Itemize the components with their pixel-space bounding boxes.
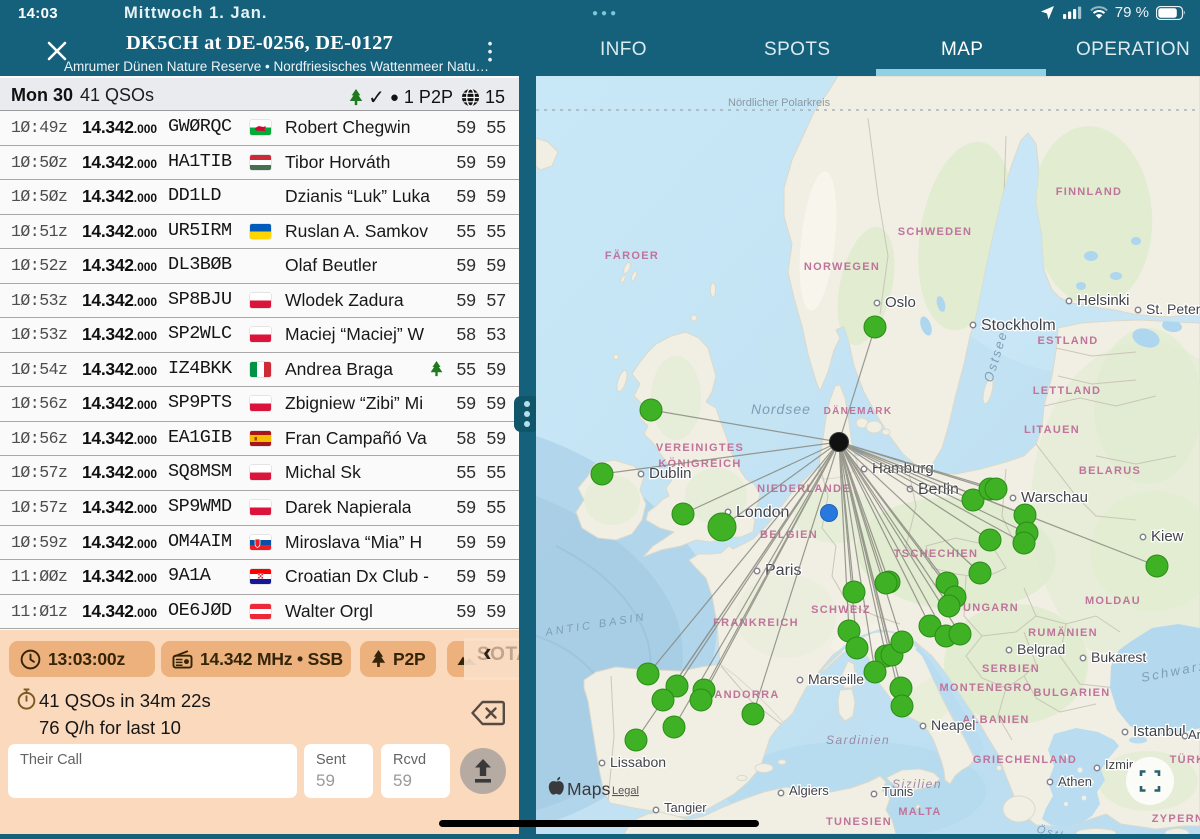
svg-text:Maps: Maps (567, 779, 611, 799)
svg-text:Neapel: Neapel (931, 717, 975, 733)
svg-text:SCHWEDEN: SCHWEDEN (898, 226, 973, 238)
svg-text:Stockholm: Stockholm (981, 317, 1056, 334)
svg-text:NORWEGEN: NORWEGEN (804, 261, 880, 273)
svg-text:Kiew: Kiew (1151, 528, 1184, 545)
svg-text:Ank: Ank (1188, 727, 1200, 742)
svg-text:RUMÄNIEN: RUMÄNIEN (1028, 626, 1098, 639)
svg-text:ZYPERN: ZYPERN (1152, 813, 1200, 825)
svg-text:Oslo: Oslo (885, 294, 916, 311)
svg-text:UNGARN: UNGARN (963, 602, 1019, 614)
svg-text:TÜRKEI: TÜRKEI (1170, 753, 1200, 766)
svg-text:Sardinien: Sardinien (826, 733, 890, 747)
svg-text:BULGARIEN: BULGARIEN (1033, 687, 1110, 699)
svg-text:Nördlicher Polarkreis: Nördlicher Polarkreis (728, 97, 831, 109)
svg-text:BELARUS: BELARUS (1079, 465, 1141, 477)
svg-text:Lissabon: Lissabon (610, 754, 666, 770)
svg-text:Bukarest: Bukarest (1091, 649, 1146, 665)
svg-text:FRANKREICH: FRANKREICH (713, 617, 799, 629)
svg-text:SERBIEN: SERBIEN (982, 663, 1040, 675)
svg-text:SCHWEIZ: SCHWEIZ (811, 604, 871, 616)
svg-text:Algiers: Algiers (789, 783, 829, 798)
svg-text:Tangier: Tangier (664, 800, 707, 815)
svg-text:Warschau: Warschau (1021, 489, 1088, 506)
svg-text:Athen: Athen (1058, 774, 1092, 789)
svg-text:VEREINIGTES: VEREINIGTES (656, 442, 744, 454)
svg-text:LITAUEN: LITAUEN (1024, 424, 1080, 436)
svg-text:DÄNEMARK: DÄNEMARK (824, 404, 893, 417)
svg-text:Legal: Legal (612, 785, 639, 797)
svg-text:MONTENEGRO: MONTENEGRO (939, 682, 1032, 694)
svg-text:Helsinki: Helsinki (1077, 292, 1130, 309)
svg-text:MALTA: MALTA (898, 806, 941, 818)
svg-text:ANDORRA: ANDORRA (714, 689, 779, 701)
svg-text:Belgrad: Belgrad (1017, 641, 1065, 657)
svg-text:ESTLAND: ESTLAND (1037, 335, 1098, 347)
svg-text:Marseille: Marseille (808, 671, 864, 687)
svg-text:LETTLAND: LETTLAND (1033, 385, 1101, 397)
svg-text:Dublin: Dublin (649, 465, 692, 482)
svg-text:TUNESIEN: TUNESIEN (826, 816, 892, 828)
svg-text:FÄROER: FÄROER (605, 249, 659, 262)
svg-text:St. Petersb: St. Petersb (1146, 301, 1200, 317)
svg-text:Istanbul: Istanbul (1133, 723, 1186, 740)
svg-text:Nordsee: Nordsee (751, 401, 811, 417)
svg-text:Tunis: Tunis (882, 784, 914, 799)
svg-text:MOLDAU: MOLDAU (1085, 595, 1141, 607)
svg-text:GRIECHENLAND: GRIECHENLAND (973, 754, 1077, 766)
svg-text:FINNLAND: FINNLAND (1056, 186, 1123, 198)
